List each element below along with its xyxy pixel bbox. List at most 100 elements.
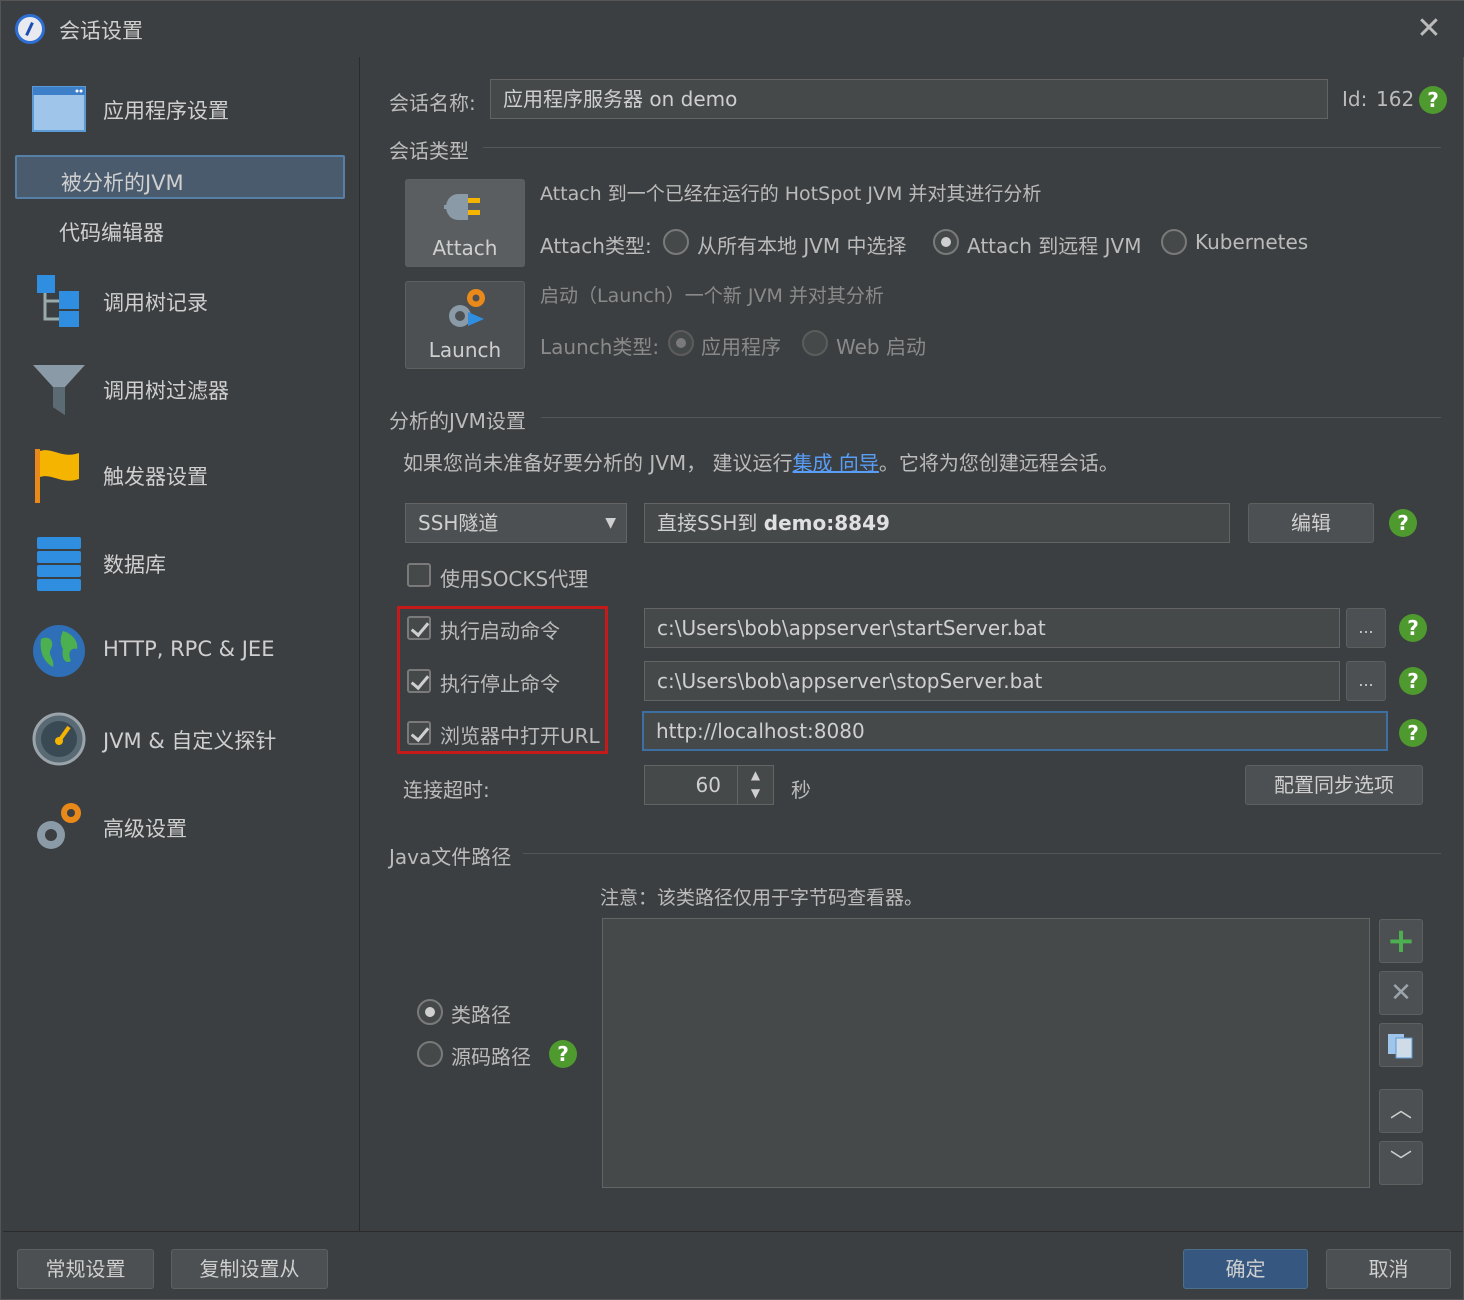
attach-remote-label: Attach 到远程 JVM bbox=[967, 234, 1142, 258]
launch-type-label: Launch类型: bbox=[540, 335, 660, 359]
timeout-value: 60 bbox=[695, 773, 721, 797]
launch-button[interactable]: Launch bbox=[405, 281, 525, 369]
sidebar-item-code-editor[interactable]: 代码编辑器 bbox=[15, 207, 345, 251]
browser-url-input[interactable]: http://localhost:8080 bbox=[642, 711, 1388, 751]
sidebar-item-call-tree-filters[interactable]: 调用树过滤器 bbox=[3, 349, 360, 429]
gears-icon bbox=[37, 803, 81, 849]
gauge-icon bbox=[32, 712, 86, 766]
settings-content: 会话名称: 应用程序服务器 on demo Id: 162 ? 会话类型 Att… bbox=[361, 57, 1461, 1231]
connection-target-field[interactable]: 直接SSH到 demo:8849 bbox=[644, 503, 1230, 543]
session-name-input[interactable]: 应用程序服务器 on demo bbox=[490, 79, 1328, 119]
call-tree-icon bbox=[37, 275, 79, 327]
move-up-icon[interactable]: ︿ bbox=[1379, 1089, 1423, 1133]
add-icon[interactable]: + bbox=[1379, 919, 1423, 963]
chevron-down-icon: ▼ bbox=[605, 515, 616, 531]
help-icon[interactable]: ? bbox=[1419, 86, 1447, 114]
java-paths-note: 注意：该类路径仅用于字节码查看器。 bbox=[600, 887, 924, 909]
app-logo-icon bbox=[15, 14, 45, 44]
sidebar-item-jvm-probes[interactable]: JVM & 自定义探针 bbox=[3, 699, 360, 779]
help-icon[interactable]: ? bbox=[1399, 614, 1427, 642]
attach-remote-radio[interactable] bbox=[933, 229, 959, 255]
ok-button[interactable]: 确定 bbox=[1183, 1249, 1308, 1289]
attach-type-label: Attach类型: bbox=[540, 234, 652, 258]
help-icon[interactable]: ? bbox=[1389, 509, 1417, 537]
sidebar-item-label: 触发器设置 bbox=[103, 465, 208, 489]
sidebar-item-http-rpc-jee[interactable]: HTTP, RPC & JEE bbox=[3, 611, 360, 691]
socks-proxy-checkbox[interactable] bbox=[407, 563, 431, 587]
help-icon[interactable]: ? bbox=[1399, 667, 1427, 695]
integration-wizard-link[interactable]: 集成 向导 bbox=[793, 451, 879, 475]
settings-sidebar: 应用程序设置 被分析的JVM 代码编辑器 调用树记录 调用树过滤器 触发器设置 … bbox=[3, 57, 360, 1231]
sidebar-item-label: 数据库 bbox=[103, 553, 166, 577]
launch-webstart-label: Web 启动 bbox=[836, 335, 926, 359]
attach-kubernetes-label: Kubernetes bbox=[1195, 230, 1309, 254]
launch-gears-icon bbox=[449, 289, 485, 327]
help-icon[interactable]: ? bbox=[549, 1040, 577, 1068]
sidebar-item-app-settings[interactable]: 应用程序设置 bbox=[3, 69, 360, 149]
session-name-label: 会话名称: bbox=[389, 91, 476, 115]
sidebar-item-profiled-jvm[interactable]: 被分析的JVM bbox=[15, 155, 345, 199]
sidebar-item-databases[interactable]: 数据库 bbox=[3, 523, 360, 603]
spinner-arrows-icon[interactable]: ▲ ▼ bbox=[737, 766, 773, 804]
attach-local-radio[interactable] bbox=[663, 229, 689, 255]
path-list[interactable] bbox=[602, 918, 1370, 1188]
browse-start-button[interactable]: ... bbox=[1346, 608, 1386, 648]
sidebar-item-triggers[interactable]: 触发器设置 bbox=[3, 435, 360, 515]
connection-prefix: 直接SSH到 bbox=[657, 511, 764, 535]
globe-icon bbox=[33, 625, 85, 677]
database-icon bbox=[37, 537, 81, 591]
dialog-footer: 常规设置 复制设置从 确定 取消 bbox=[3, 1231, 1463, 1299]
connection-type-value: SSH隧道 bbox=[418, 511, 499, 535]
integration-hint: 如果您尚未准备好要分析的 JVM， 建议运行集成 向导。它将为您创建远程会话。 bbox=[403, 447, 1119, 476]
connection-target: demo:8849 bbox=[763, 511, 890, 535]
launch-webstart-radio[interactable] bbox=[802, 330, 828, 356]
section-divider bbox=[483, 147, 1441, 148]
copy-glyph bbox=[1388, 1034, 1413, 1059]
close-button[interactable]: ✕ bbox=[1411, 11, 1447, 47]
timeout-label: 连接超时: bbox=[403, 778, 490, 802]
sourcepath-radio[interactable] bbox=[417, 1041, 443, 1067]
attach-button[interactable]: Attach bbox=[405, 179, 525, 267]
java-paths-title: Java文件路径 bbox=[389, 845, 512, 869]
move-down-icon[interactable]: ﹀ bbox=[1379, 1141, 1423, 1185]
attach-kubernetes-radio[interactable] bbox=[1161, 229, 1187, 255]
sidebar-item-label: 调用树过滤器 bbox=[103, 379, 229, 403]
stop-command-checkbox[interactable] bbox=[407, 669, 431, 693]
browse-stop-button[interactable]: ... bbox=[1346, 661, 1386, 701]
sidebar-item-label: 应用程序设置 bbox=[103, 99, 229, 123]
sidebar-item-advanced-settings[interactable]: 高级设置 bbox=[3, 787, 360, 867]
session-settings-dialog: 会话设置 ✕ 应用程序设置 被分析的JVM 代码编辑器 调用树记录 调用树过滤器… bbox=[0, 0, 1464, 1300]
session-id-value: 162 bbox=[1376, 87, 1415, 111]
stop-command-input[interactable]: c:\Users\bob\appserver\stopServer.bat bbox=[644, 661, 1340, 701]
session-id-label: Id: bbox=[1342, 87, 1368, 111]
title-bar: 会话设置 ✕ bbox=[1, 1, 1464, 57]
attach-local-label: 从所有本地 JVM 中选择 bbox=[697, 234, 907, 258]
launch-application-radio[interactable] bbox=[668, 330, 694, 356]
timeout-spinner[interactable]: 60 ▲ ▼ bbox=[644, 765, 774, 805]
copy-icon[interactable] bbox=[1379, 1023, 1423, 1067]
sidebar-item-call-tree-recording[interactable]: 调用树记录 bbox=[3, 261, 360, 341]
attach-button-label: Attach bbox=[432, 236, 498, 260]
launch-button-label: Launch bbox=[428, 338, 502, 362]
classpath-radio[interactable] bbox=[417, 999, 443, 1025]
connection-type-select[interactable]: SSH隧道 ▼ bbox=[405, 503, 627, 543]
section-divider bbox=[523, 853, 1441, 854]
sync-options-button[interactable]: 配置同步选项 bbox=[1245, 765, 1423, 805]
start-command-checkbox[interactable] bbox=[407, 616, 431, 640]
edit-button[interactable]: 编辑 bbox=[1248, 503, 1374, 543]
socks-proxy-label: 使用SOCKS代理 bbox=[440, 567, 589, 591]
start-command-input[interactable]: c:\Users\bob\appserver\startServer.bat bbox=[644, 608, 1340, 648]
sidebar-item-label: 代码编辑器 bbox=[59, 221, 164, 245]
help-icon[interactable]: ? bbox=[1399, 719, 1427, 747]
window-title: 会话设置 bbox=[59, 19, 143, 43]
copy-settings-button[interactable]: 复制设置从 bbox=[171, 1249, 328, 1289]
open-browser-checkbox[interactable] bbox=[407, 721, 431, 745]
window-icon bbox=[32, 86, 86, 132]
sidebar-item-label: HTTP, RPC & JEE bbox=[103, 637, 275, 661]
launch-description: 启动（Launch）一个新 JVM 并对其分析 bbox=[540, 285, 884, 307]
general-settings-button[interactable]: 常规设置 bbox=[17, 1249, 154, 1289]
remove-icon[interactable]: ✕ bbox=[1379, 971, 1423, 1015]
hint-text: 如果您尚未准备好要分析的 JVM， 建议运行 bbox=[403, 451, 793, 475]
open-browser-label: 浏览器中打开URL bbox=[440, 724, 600, 748]
cancel-button[interactable]: 取消 bbox=[1326, 1249, 1451, 1289]
